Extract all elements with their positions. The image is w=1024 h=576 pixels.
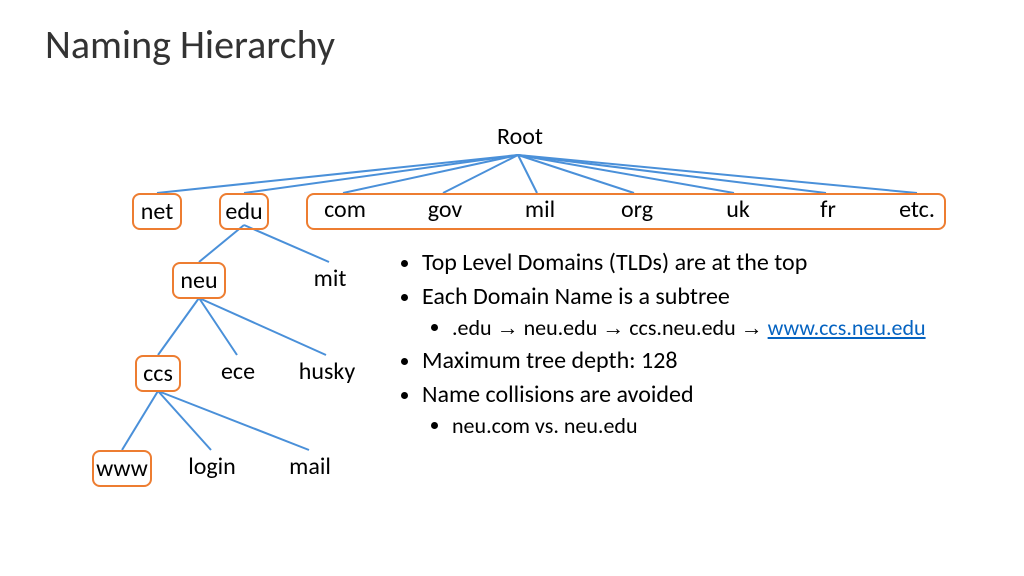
bullet-2-text: Each Domain Name is a subtree [422,282,730,311]
node-www: www [92,450,152,487]
node-org: org [612,195,662,224]
node-gov: gov [420,195,470,224]
arrow-icon: → [741,315,763,340]
bullet-4a: neu.com vs. neu.edu [452,412,980,440]
slide: Naming Hierarchy Root [0,0,1024,576]
node-mail: mail [284,452,336,481]
node-com: com [320,195,370,224]
node-ece: ece [216,357,260,386]
node-mil: mil [515,195,565,224]
node-ccs: ccs [135,355,181,392]
bullet-3: Maximum tree depth: 128 [422,346,980,376]
node-root: Root [495,122,545,151]
b2a-pre: .edu [452,314,497,341]
b2a-mid1: neu.edu [519,314,603,341]
bullet-list: Top Level Domains (TLDs) are at the top … [400,248,980,443]
bullet-2a: .edu → neu.edu → ccs.neu.edu → www.ccs.n… [452,314,980,342]
node-net: net [132,193,182,230]
bullet-1: Top Level Domains (TLDs) are at the top [422,248,980,278]
bullet-4: Name collisions are avoided neu.com vs. … [422,380,980,440]
node-husky: husky [295,357,359,386]
link-ccs-neu-edu[interactable]: www.ccs.neu.edu [768,314,926,341]
node-edu: edu [219,193,269,230]
node-login: login [184,452,240,481]
arrow-icon: → [497,315,519,340]
b2a-mid2: ccs.neu.edu [624,314,740,341]
node-uk: uk [713,195,763,224]
node-etc: etc. [892,195,942,224]
slide-title: Naming Hierarchy [45,20,335,69]
node-neu: neu [172,262,226,299]
node-mit: mit [308,264,352,293]
arrow-icon: → [602,315,624,340]
node-fr: fr [808,195,848,224]
bullet-2: Each Domain Name is a subtree .edu → neu… [422,282,980,342]
bullet-4-text: Name collisions are avoided [422,380,694,409]
